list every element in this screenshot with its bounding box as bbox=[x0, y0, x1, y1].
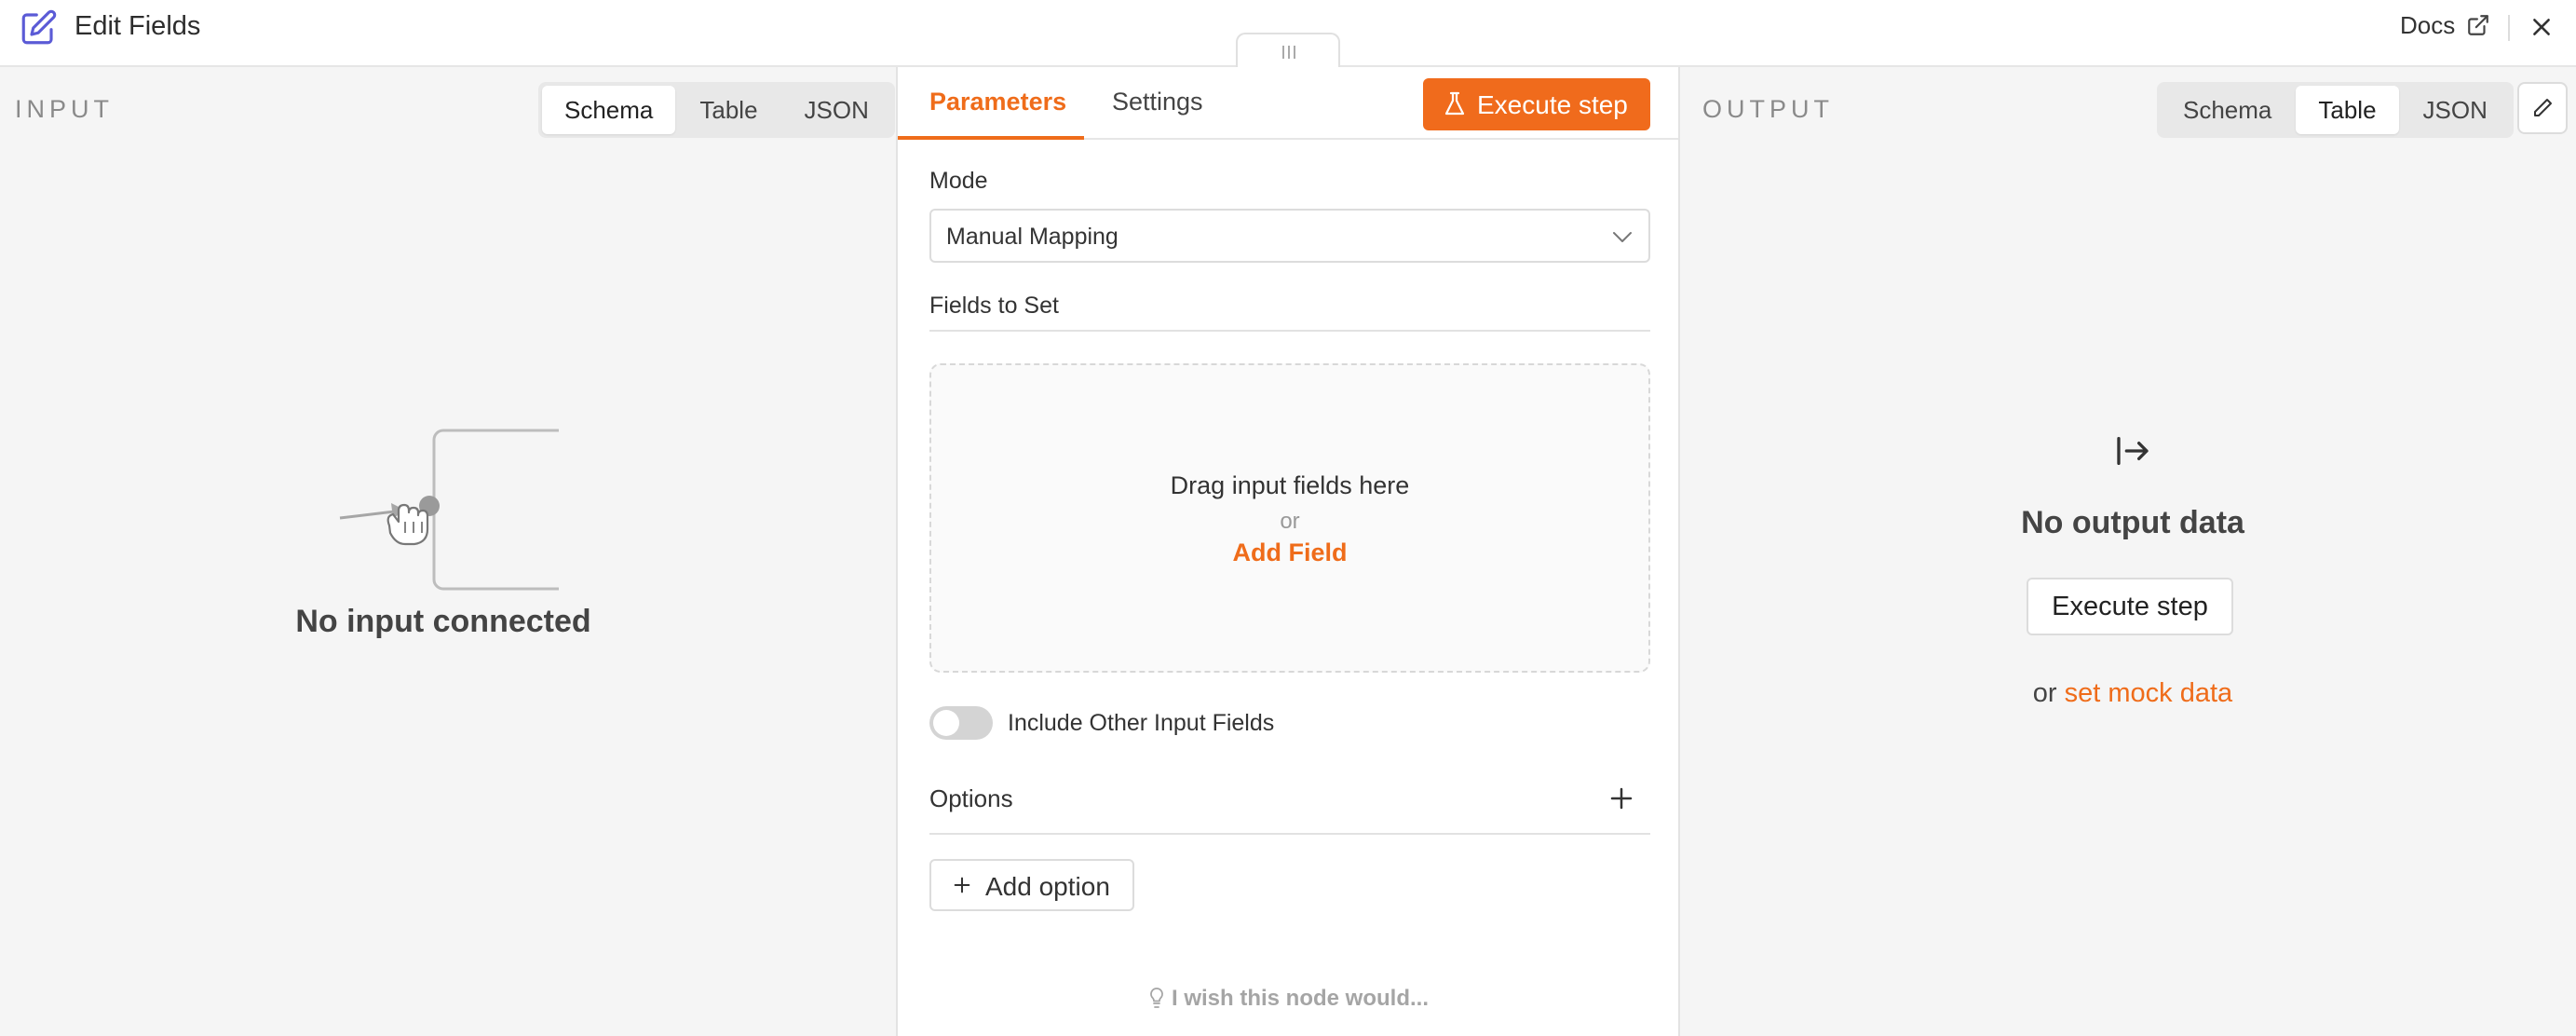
include-other-fields-label: Include Other Input Fields bbox=[1008, 710, 1275, 736]
input-tab-table[interactable]: Table bbox=[677, 86, 780, 134]
lightbulb-icon bbox=[1150, 988, 1163, 1008]
header-divider bbox=[2508, 15, 2510, 41]
mode-label: Mode bbox=[929, 168, 988, 194]
add-option-label: Add option bbox=[985, 872, 1110, 901]
parameters-panel: Parameters Settings Execute step Mode Ma… bbox=[896, 67, 1680, 1036]
feedback-link[interactable]: I wish this node would... bbox=[898, 986, 1678, 1012]
edit-icon bbox=[21, 9, 57, 45]
fields-dropzone[interactable]: Drag input fields here or Add Field bbox=[929, 363, 1650, 673]
toggle-knob bbox=[933, 710, 959, 736]
feedback-text: I wish this node would... bbox=[1172, 986, 1429, 1011]
input-panel: INPUT Schema Table JSON No input connect… bbox=[0, 67, 896, 1036]
options-label: Options bbox=[929, 784, 1013, 812]
flask-icon bbox=[1444, 91, 1465, 116]
execute-step-button[interactable]: Execute step bbox=[1423, 78, 1650, 130]
tab-parameters[interactable]: Parameters bbox=[929, 88, 1066, 116]
dropzone-or: or bbox=[1280, 509, 1300, 534]
parameter-tabs: Parameters Settings Execute step bbox=[898, 67, 1678, 140]
pencil-icon bbox=[2534, 99, 2552, 116]
external-link-icon[interactable] bbox=[2466, 13, 2490, 37]
chevron-down-icon bbox=[1613, 232, 1632, 242]
mock-data-line: or set mock data bbox=[1680, 678, 2576, 709]
or-text: or bbox=[2032, 678, 2057, 708]
close-icon[interactable] bbox=[2529, 15, 2554, 39]
mode-select-value: Manual Mapping bbox=[946, 224, 1119, 250]
fields-divider bbox=[929, 330, 1650, 332]
docs-link[interactable]: Docs bbox=[2400, 11, 2455, 40]
execute-step-label: Execute step bbox=[1477, 90, 1628, 119]
options-divider bbox=[929, 833, 1650, 835]
output-tab-json[interactable]: JSON bbox=[2401, 86, 2510, 134]
include-other-fields-toggle[interactable] bbox=[929, 706, 993, 740]
output-arrow-icon bbox=[2117, 437, 2149, 465]
set-mock-data-link[interactable]: set mock data bbox=[2065, 678, 2233, 708]
mode-select[interactable]: Manual Mapping bbox=[929, 209, 1650, 263]
panel-drag-handle[interactable] bbox=[1236, 33, 1340, 68]
output-tab-table[interactable]: Table bbox=[2296, 86, 2399, 134]
page-title: Edit Fields bbox=[75, 11, 201, 41]
input-panel-label: INPUT bbox=[15, 95, 114, 123]
tab-settings[interactable]: Settings bbox=[1112, 88, 1203, 116]
no-input-illustration bbox=[339, 429, 559, 591]
output-tab-schema[interactable]: Schema bbox=[2161, 86, 2294, 134]
edit-output-button[interactable] bbox=[2517, 82, 2568, 134]
fields-to-set-label: Fields to Set bbox=[929, 293, 1059, 319]
active-tab-indicator bbox=[898, 136, 1084, 140]
no-output-message: No output data bbox=[2021, 505, 2244, 540]
input-view-switcher: Schema Table JSON bbox=[538, 82, 895, 138]
plus-icon[interactable] bbox=[1607, 784, 1635, 812]
add-option-button[interactable]: Add option bbox=[929, 859, 1134, 911]
output-view-switcher: Schema Table JSON bbox=[2157, 82, 2514, 138]
add-field-link[interactable]: Add Field bbox=[931, 538, 1648, 567]
input-tab-schema[interactable]: Schema bbox=[542, 86, 676, 134]
output-execute-step-button[interactable]: Execute step bbox=[2027, 578, 2233, 635]
output-panel-label: OUTPUT bbox=[1702, 95, 1834, 123]
output-panel: OUTPUT Schema Table JSON No output data … bbox=[1680, 67, 2576, 1036]
dropzone-hint: Drag input fields here bbox=[1170, 471, 1410, 499]
plus-icon bbox=[954, 877, 970, 893]
no-input-message: No input connected bbox=[295, 604, 591, 639]
input-tab-json[interactable]: JSON bbox=[782, 86, 891, 134]
